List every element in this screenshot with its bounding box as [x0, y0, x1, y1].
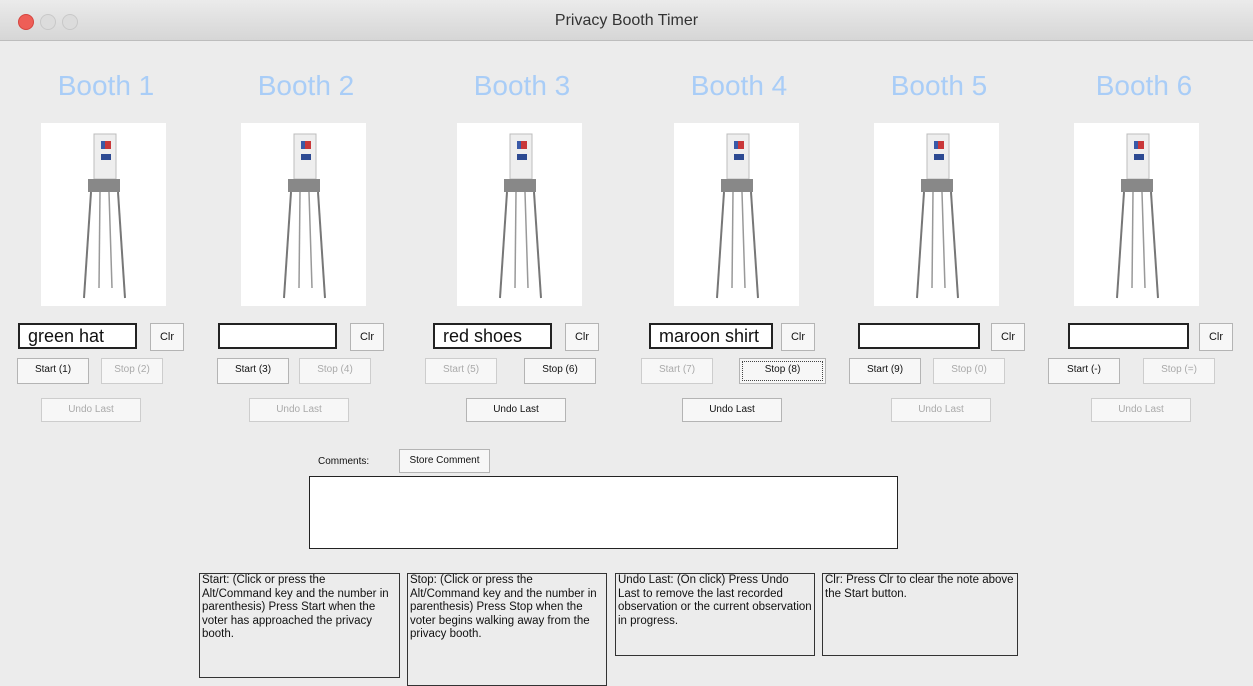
- booth-1-undo-button[interactable]: Undo Last: [41, 398, 141, 422]
- booth-2-panel: Booth 2 Clr Start (3) Stop (4) Undo Last: [206, 40, 406, 440]
- booth-4-note-field[interactable]: maroon shirt: [649, 323, 773, 349]
- comments-textarea[interactable]: [309, 476, 898, 549]
- booth-5-title: Booth 5: [890, 70, 988, 101]
- voting-booth-image: [241, 123, 366, 306]
- booth-1-stop-button[interactable]: Stop (2): [101, 358, 163, 384]
- booth-6-start-button[interactable]: Start (-): [1048, 358, 1120, 384]
- booth-1-clr-button[interactable]: Clr: [150, 323, 184, 351]
- booth-4-undo-button[interactable]: Undo Last: [682, 398, 782, 422]
- voting-booth-image: [874, 123, 999, 306]
- booth-3-start-button[interactable]: Start (5): [425, 358, 497, 384]
- window-title: Privacy Booth Timer: [554, 12, 699, 29]
- comments-label: Comments:: [318, 456, 370, 467]
- booth-6-stop-button[interactable]: Stop (=): [1143, 358, 1215, 384]
- booth-2-undo-button[interactable]: Undo Last: [249, 398, 349, 422]
- booth-3-panel: Booth 3 red shoes Clr Start (5) Stop (6)…: [422, 40, 622, 440]
- booth-2-start-button[interactable]: Start (3): [217, 358, 289, 384]
- booth-4-title: Booth 4: [690, 70, 788, 101]
- booth-1-panel: Booth 1 green hat Clr Start (1) Stop (2)…: [6, 40, 206, 440]
- booth-3-clr-button[interactable]: Clr: [565, 323, 599, 351]
- booth-6-clr-button[interactable]: Clr: [1199, 323, 1233, 351]
- booth-2-note-field[interactable]: [218, 323, 337, 349]
- store-comment-button[interactable]: Store Comment: [399, 449, 490, 473]
- booth-5-note-field[interactable]: [858, 323, 980, 349]
- booth-5-undo-button[interactable]: Undo Last: [891, 398, 991, 422]
- booth-5-stop-button[interactable]: Stop (0): [933, 358, 1005, 384]
- voting-booth-image: [41, 123, 166, 306]
- booth-2-stop-button[interactable]: Stop (4): [299, 358, 371, 384]
- booth-5-start-button[interactable]: Start (9): [849, 358, 921, 384]
- help-stop: Stop: (Click or press the Alt/Command ke…: [407, 573, 607, 686]
- voting-booth-image: [457, 123, 582, 306]
- booth-1-start-button[interactable]: Start (1): [17, 358, 89, 384]
- booth-5-panel: Booth 5 Clr Start (9) Stop (0) Undo Last: [839, 40, 1039, 440]
- voting-booth-image: [1074, 123, 1199, 306]
- booth-1-title: Booth 1: [57, 70, 155, 101]
- voting-booth-image: [674, 123, 799, 306]
- help-clr: Clr: Press Clr to clear the note above t…: [822, 573, 1018, 656]
- booth-3-undo-button[interactable]: Undo Last: [466, 398, 566, 422]
- help-undo: Undo Last: (On click) Press Undo Last to…: [615, 573, 815, 656]
- booth-2-title: Booth 2: [257, 70, 355, 101]
- booth-6-title: Booth 6: [1095, 70, 1193, 101]
- booth-6-note-field[interactable]: [1068, 323, 1189, 349]
- booth-1-note-field[interactable]: green hat: [18, 323, 137, 349]
- booth-2-clr-button[interactable]: Clr: [350, 323, 384, 351]
- booth-3-note-field[interactable]: red shoes: [433, 323, 552, 349]
- help-start: Start: (Click or press the Alt/Command k…: [199, 573, 400, 678]
- booth-3-title: Booth 3: [473, 70, 571, 101]
- booth-4-stop-button[interactable]: Stop (8): [739, 358, 826, 384]
- title-bar: Privacy Booth Timer: [0, 0, 1253, 41]
- booth-5-clr-button[interactable]: Clr: [991, 323, 1025, 351]
- booth-6-panel: Booth 6 Clr Start (-) Stop (=) Undo Last: [1039, 40, 1249, 440]
- booth-6-undo-button[interactable]: Undo Last: [1091, 398, 1191, 422]
- booth-4-panel: Booth 4 maroon shirt Clr Start (7) Stop …: [639, 40, 839, 440]
- booth-3-stop-button[interactable]: Stop (6): [524, 358, 596, 384]
- booth-4-start-button[interactable]: Start (7): [641, 358, 713, 384]
- booth-4-clr-button[interactable]: Clr: [781, 323, 815, 351]
